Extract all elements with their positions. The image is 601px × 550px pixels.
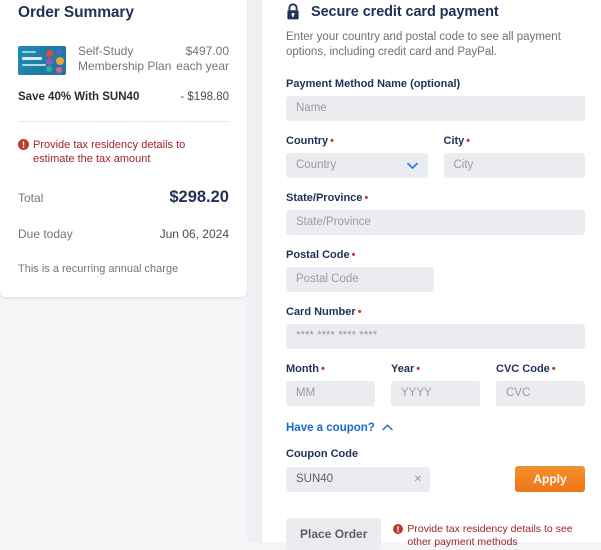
total-label: Total — [18, 191, 44, 205]
place-order-warning: Provide tax residency details to see oth… — [393, 518, 585, 549]
recurring-charge-note: This is a recurring annual charge — [18, 263, 179, 275]
checkout-page: Order Summary Self-Study Membership Plan — [0, 0, 601, 550]
payment-method-name-input[interactable] — [286, 96, 585, 121]
payment-method-name-label: Payment Method Name (optional) — [286, 78, 461, 90]
payment-header: Secure credit card payment — [286, 0, 585, 20]
city-field: City • — [443, 135, 586, 178]
country-field: Country • — [286, 135, 428, 178]
year-input[interactable] — [391, 381, 480, 406]
cvc-label: CVC Code • — [496, 363, 585, 375]
postal-code-input[interactable] — [286, 267, 434, 292]
city-label: City • — [444, 135, 586, 147]
required-marker: • — [330, 135, 335, 147]
year-field: Year • — [391, 363, 480, 406]
postal-code-label-text: Postal Code — [286, 249, 350, 261]
payment-method-name-field: Payment Method Name (optional) — [286, 78, 585, 121]
place-order-warning-text: Provide tax residency details to see oth… — [407, 523, 573, 548]
order-item-name-line2: Membership Plan — [78, 59, 172, 73]
discount-label: Save 40% With SUN40 — [18, 91, 140, 103]
month-input[interactable] — [286, 381, 375, 406]
country-city-row: Country• City• — [286, 135, 585, 178]
total-value: $298.20 — [169, 188, 229, 206]
postal-code-field: Postal Code • — [286, 249, 585, 292]
payment-subtitle: Enter your country and postal code to se… — [286, 31, 561, 58]
lock-icon — [286, 3, 300, 20]
discount-value: - $198.80 — [180, 91, 229, 103]
apply-coupon-button[interactable]: Apply — [515, 466, 585, 492]
country-select[interactable] — [286, 153, 428, 178]
place-order-row: Place Order Provide tax residency detail… — [286, 518, 585, 550]
card-number-input[interactable] — [286, 324, 585, 349]
alert-circle-icon — [393, 524, 404, 534]
due-today-row: Due today Jun 06, 2024 — [18, 227, 229, 241]
card-number-label-text: Card Number — [286, 306, 356, 318]
tax-residency-warning: Provide tax residency details to estimat… — [18, 138, 229, 166]
place-order-button[interactable]: Place Order — [286, 518, 382, 550]
cvc-label-text: CVC Code — [496, 363, 550, 375]
coupon-code-input[interactable] — [286, 467, 430, 492]
card-number-label: Card Number • — [286, 306, 585, 318]
order-summary-card: Order Summary Self-Study Membership Plan — [0, 0, 247, 297]
state-province-label: State/Province • — [286, 192, 585, 204]
have-a-coupon-label: Have a coupon? — [286, 422, 375, 434]
required-marker: • — [416, 363, 421, 375]
chevron-up-icon — [382, 422, 393, 434]
order-summary-title: Order Summary — [18, 4, 134, 21]
coupon-code-label: Coupon Code — [286, 448, 359, 460]
alert-circle-icon — [18, 139, 29, 150]
order-item-name: Self-Study Membership Plan — [78, 44, 176, 74]
month-label: Month • — [286, 363, 375, 375]
column-gutter — [247, 0, 262, 542]
expiry-cvc-row: Month• Year• CVC Code• — [286, 363, 585, 406]
payment-form-column: Secure credit card payment Enter your co… — [262, 0, 601, 550]
cvc-field: CVC Code • — [496, 363, 585, 406]
course-thumbnail-image — [18, 46, 66, 75]
required-marker: • — [351, 249, 356, 261]
discount-row: Save 40% With SUN40 - $198.80 — [18, 91, 229, 103]
required-marker: • — [357, 306, 362, 318]
required-marker: • — [320, 363, 325, 375]
month-label-text: Month — [286, 363, 319, 375]
order-item-name-line1: Self-Study — [78, 44, 134, 58]
total-row: Total $298.20 — [18, 188, 229, 207]
state-province-label-text: State/Province — [286, 192, 363, 204]
state-province-field: State/Province • — [286, 192, 585, 235]
required-marker: • — [551, 363, 556, 375]
year-label: Year • — [391, 363, 480, 375]
summary-divider — [18, 121, 229, 122]
city-label-text: City — [443, 135, 465, 147]
order-item-amount: $497.00 — [185, 44, 229, 58]
state-province-input[interactable] — [286, 210, 585, 235]
clear-x-icon[interactable]: ✕ — [414, 474, 422, 485]
order-summary-column: Order Summary Self-Study Membership Plan — [0, 0, 247, 542]
order-item-row: Self-Study Membership Plan $497.00 each … — [18, 44, 229, 75]
tax-residency-warning-text: Provide tax residency details to estimat… — [33, 139, 186, 165]
coupon-row: ✕ Apply — [286, 466, 585, 492]
city-input[interactable] — [443, 153, 585, 178]
payment-title: Secure credit card payment — [311, 3, 499, 20]
card-number-field: Card Number • — [286, 306, 585, 349]
required-marker: • — [466, 135, 471, 147]
required-marker: • — [364, 192, 369, 204]
cvc-input[interactable] — [496, 381, 585, 406]
coupon-code-field: ✕ — [286, 467, 430, 492]
due-today-label: Due today — [18, 227, 73, 241]
month-field: Month • — [286, 363, 375, 406]
due-today-value: Jun 06, 2024 — [159, 227, 229, 241]
have-a-coupon-toggle[interactable]: Have a coupon? — [286, 422, 393, 434]
country-label-text: Country — [286, 135, 329, 147]
order-item-price: $497.00 each year — [176, 44, 229, 74]
country-label: Country • — [286, 135, 428, 147]
year-label-text: Year — [391, 363, 415, 375]
postal-code-label: Postal Code • — [286, 249, 585, 261]
order-item-period: each year — [176, 59, 229, 73]
